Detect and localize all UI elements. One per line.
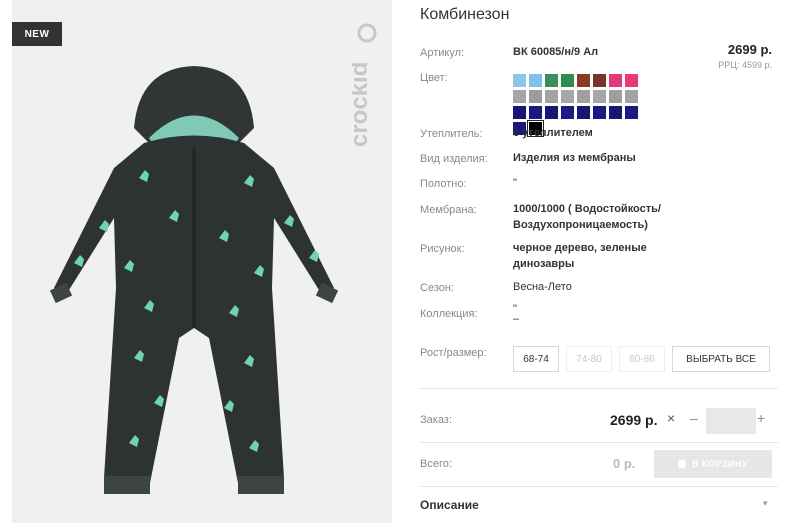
add-to-cart-button[interactable]: В КОРЗИНУ: [654, 450, 772, 478]
color-swatch[interactable]: [529, 106, 542, 119]
cart-icon: [677, 460, 686, 468]
order-label: Заказ:: [420, 414, 452, 426]
divider: [420, 388, 778, 389]
recommended-price: РРЦ: 4599 р.: [718, 60, 772, 70]
order-price: 2699 р.: [610, 412, 658, 428]
color-swatch[interactable]: [609, 74, 622, 87]
size-label: Рост/размер:: [420, 347, 487, 359]
spec-label-season: Сезон:: [420, 282, 454, 294]
increase-qty-button[interactable]: +: [757, 410, 765, 426]
product-title: Комбинезон: [420, 6, 510, 23]
spec-value-fabric: ": [513, 177, 517, 189]
size-option-68-74[interactable]: 68-74: [513, 346, 559, 372]
color-swatch[interactable]: [577, 90, 590, 103]
brand-logo: crockid: [346, 22, 382, 152]
color-swatch[interactable]: [529, 74, 542, 87]
description-toggle[interactable]: Описание: [420, 498, 479, 512]
spec-value-article: ВК 60085/н/9 Ал: [513, 46, 599, 58]
spec-label-collection: Коллекция:: [420, 308, 478, 320]
color-swatch[interactable]: [545, 74, 558, 87]
spec-value-type: Изделия из мембраны: [513, 152, 636, 164]
svg-text:crockid: crockid: [352, 62, 373, 147]
color-swatch[interactable]: [513, 90, 526, 103]
spec-label-membrane: Мембрана:: [420, 204, 477, 216]
new-badge: NEW: [12, 22, 62, 46]
color-swatch[interactable]: [561, 90, 574, 103]
color-swatch[interactable]: [625, 74, 638, 87]
product-image-panel: NEW crockid: [12, 0, 392, 523]
color-swatch[interactable]: [593, 106, 606, 119]
divider: [420, 442, 778, 443]
color-swatch[interactable]: [593, 90, 606, 103]
decrease-qty-button[interactable]: –: [690, 410, 698, 426]
color-swatch[interactable]: [577, 106, 590, 119]
total-value: 0 р.: [613, 456, 636, 471]
spec-label-article: Артикул:: [420, 47, 465, 59]
color-swatch[interactable]: [513, 74, 526, 87]
product-price: 2699 р.: [727, 42, 772, 57]
color-swatch[interactable]: [561, 106, 574, 119]
color-swatch[interactable]: [529, 90, 542, 103]
color-swatch[interactable]: [561, 74, 574, 87]
total-label: Всего:: [420, 458, 452, 470]
color-swatch[interactable]: [593, 74, 606, 87]
spec-value-print: черное дерево, зеленые динозавры: [513, 242, 647, 270]
size-option-74-80: 74-80: [566, 346, 612, 372]
color-swatch[interactable]: [513, 106, 526, 119]
overall-jumpsuit-image: [49, 66, 339, 494]
spec-label-insulation: Утеплитель:: [420, 128, 483, 140]
size-option-80-86: 80-86: [619, 346, 665, 372]
spec-value-season: Весна-Лето: [513, 281, 572, 293]
color-swatch[interactable]: [625, 90, 638, 103]
quantity-input[interactable]: [706, 408, 756, 434]
chevron-down-icon[interactable]: ▾: [763, 498, 768, 509]
color-swatch[interactable]: [577, 74, 590, 87]
spec-value-collection: " –: [513, 303, 520, 325]
spec-value-membrane: 1000/1000 ( Водостойкость/ Воздухопрониц…: [513, 203, 661, 231]
size-options: 68-74 74-80 80-86: [513, 346, 665, 372]
divider: [420, 486, 778, 487]
color-swatch[interactable]: [625, 106, 638, 119]
add-to-cart-label: В КОРЗИНУ: [691, 459, 749, 469]
spec-label-fabric: Полотно:: [420, 178, 467, 190]
spec-label-type: Вид изделия:: [420, 153, 488, 165]
color-swatch[interactable]: [609, 90, 622, 103]
select-all-button[interactable]: ВЫБРАТЬ ВСЕ: [672, 346, 770, 372]
remove-icon[interactable]: ×: [667, 410, 675, 426]
color-swatch[interactable]: [609, 106, 622, 119]
spec-label-print: Рисунок:: [420, 243, 465, 255]
spec-label-color: Цвет:: [420, 72, 448, 84]
color-swatch[interactable]: [545, 106, 558, 119]
color-swatch[interactable]: [545, 90, 558, 103]
spec-value-insulation: с утеплителем: [513, 127, 593, 139]
